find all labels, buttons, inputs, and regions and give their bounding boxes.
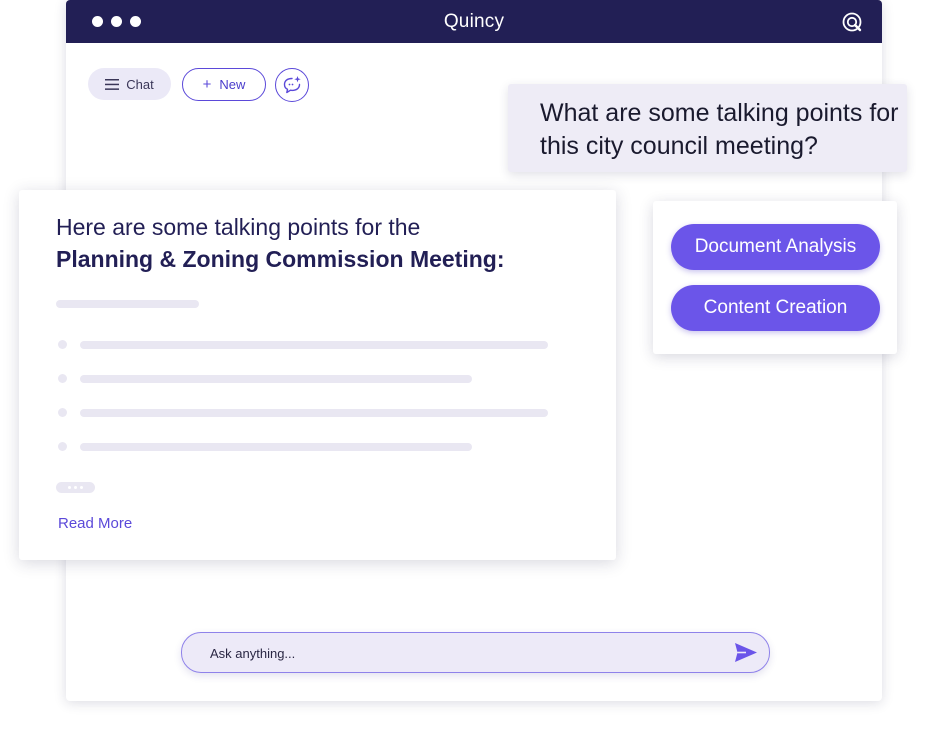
placeholder-line bbox=[80, 443, 472, 451]
document-analysis-button[interactable]: Document Analysis bbox=[671, 224, 880, 270]
response-title: Planning & Zoning Commission Meeting: bbox=[56, 246, 505, 272]
placeholder-heading bbox=[56, 300, 199, 308]
send-icon[interactable] bbox=[734, 642, 758, 663]
response-intro: Here are some talking points for the bbox=[56, 214, 421, 240]
placeholder-line bbox=[80, 375, 472, 383]
app-title: Quincy bbox=[443, 11, 505, 32]
suggestions-panel: Document Analysis Content Creation bbox=[653, 201, 897, 354]
ask-input[interactable] bbox=[208, 633, 712, 674]
question-text: What are some talking points for this ci… bbox=[540, 99, 899, 160]
content-creation-button[interactable]: Content Creation bbox=[671, 285, 880, 331]
ask-bar bbox=[181, 632, 770, 674]
quincy-logo-icon bbox=[842, 12, 862, 32]
bullet-dot bbox=[58, 374, 67, 383]
chat-sparkle-icon bbox=[283, 76, 301, 94]
title-bar: Quincy bbox=[66, 0, 882, 43]
read-more-link[interactable]: Read More bbox=[58, 515, 132, 532]
chat-button[interactable]: Chat bbox=[88, 68, 171, 100]
bullet-dot bbox=[58, 408, 67, 417]
ai-assistant-button[interactable] bbox=[275, 68, 309, 102]
bullet-dot bbox=[58, 442, 67, 451]
placeholder-line bbox=[80, 341, 548, 349]
new-button-label: New bbox=[219, 77, 246, 92]
response-card: Here are some talking points for the Pla… bbox=[19, 190, 616, 560]
new-chat-button[interactable]: + New bbox=[182, 68, 266, 101]
plus-icon: + bbox=[202, 76, 212, 93]
chat-button-label: Chat bbox=[126, 76, 154, 92]
more-ellipsis-icon[interactable] bbox=[56, 482, 95, 493]
bullet-dot bbox=[58, 340, 67, 349]
placeholder-line bbox=[80, 409, 548, 417]
menu-icon bbox=[105, 78, 120, 90]
user-question-bubble: What are some talking points for this ci… bbox=[508, 84, 907, 172]
